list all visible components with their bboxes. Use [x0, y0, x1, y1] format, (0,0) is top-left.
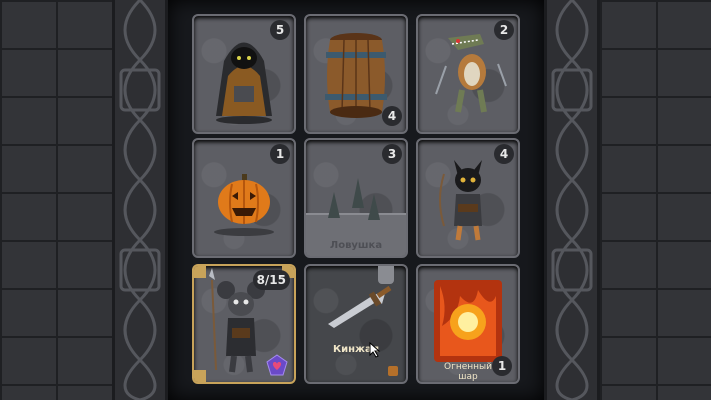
- card-count-badge: 3: [382, 144, 402, 164]
- card-corner-gem: [388, 366, 398, 376]
- card-fireball[interactable]: Огненный шар 1: [416, 264, 520, 384]
- card-lizard-warrior[interactable]: 2: [416, 14, 520, 134]
- card-count-badge: 2: [494, 20, 514, 40]
- card-name-label: Кинжал: [332, 344, 380, 355]
- card-grid-board: 5 4 2 1 3 Ловушка 4 8/15 Кинжал Огненный…: [168, 0, 544, 400]
- card-name-label: Ловушка: [329, 240, 383, 251]
- ornate-pillar-left: [112, 0, 168, 400]
- card-count-badge: 5: [270, 20, 290, 40]
- card-hooded-rogue[interactable]: 5: [192, 14, 296, 134]
- card-dagger[interactable]: Кинжал: [304, 264, 408, 384]
- card-count-badge: 1: [270, 144, 290, 164]
- card-trap[interactable]: 3 Ловушка: [304, 138, 408, 258]
- card-count-badge: 1: [492, 356, 512, 376]
- card-barrel[interactable]: 4: [304, 14, 408, 134]
- card-count-badge: 4: [494, 144, 514, 164]
- card-pumpkin[interactable]: 1: [192, 138, 296, 258]
- card-black-cat[interactable]: 4: [416, 138, 520, 258]
- health-badge: 8/15: [252, 270, 290, 290]
- heart-gem-icon[interactable]: [266, 354, 288, 376]
- card-count-badge: 4: [382, 106, 402, 126]
- dungeon-wall-right: [600, 0, 711, 400]
- cursor-icon: [369, 342, 381, 358]
- ornate-pillar-right: [544, 0, 600, 400]
- card-tab: [378, 266, 394, 284]
- card-hero-mouse[interactable]: 8/15: [192, 264, 296, 384]
- dungeon-wall-left: [0, 0, 112, 400]
